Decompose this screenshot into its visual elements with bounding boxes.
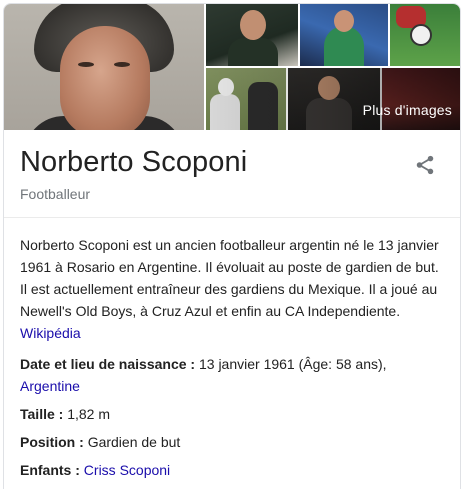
fact-children: Enfants : Criss Scoponi	[20, 462, 171, 478]
thumbnail-image[interactable]	[390, 4, 460, 66]
thumbnail-image[interactable]	[300, 4, 388, 66]
birthplace-link[interactable]: Argentine	[20, 378, 80, 394]
subtitle: Footballeur	[20, 186, 91, 202]
children-link[interactable]: Criss Scoponi	[84, 462, 170, 478]
more-images-overlay	[204, 68, 460, 130]
fact-label: Enfants	[20, 462, 72, 478]
fact-value: 13 janvier 1961 (Âge: 58 ans),	[198, 356, 387, 372]
fact-height: Taille : 1,82 m	[20, 406, 111, 422]
thumbnail-image[interactable]	[206, 4, 298, 66]
wikipedia-link[interactable]: Wikipédia	[20, 325, 81, 341]
facts-list: Date et lieu de naissance : 13 janvier 1…	[4, 353, 460, 481]
title-block: Norberto Scoponi Footballeur	[4, 130, 460, 218]
knowledge-panel: Plus d'images Norberto Scoponi Footballe…	[3, 3, 461, 489]
description-text: Norberto Scoponi est un ancien footballe…	[20, 237, 439, 319]
fact-label: Taille	[20, 406, 55, 422]
fact-label: Position	[20, 434, 76, 450]
fact-birth: Date et lieu de naissance : 13 janvier 1…	[20, 356, 387, 394]
page-title: Norberto Scoponi	[20, 146, 248, 178]
fact-value: Gardien de but	[87, 434, 181, 450]
more-images-link[interactable]: Plus d'images	[363, 102, 452, 118]
fact-label: Date et lieu de naissance	[20, 356, 187, 372]
thumbnail-grid: Plus d'images	[204, 4, 460, 130]
share-icon[interactable]	[414, 154, 436, 176]
fact-position: Position : Gardien de but	[20, 434, 181, 450]
fact-value: 1,82 m	[67, 406, 111, 422]
main-photo[interactable]	[4, 4, 204, 130]
description: Norberto Scoponi est un ancien footballe…	[4, 218, 460, 344]
image-strip: Plus d'images	[4, 4, 460, 130]
